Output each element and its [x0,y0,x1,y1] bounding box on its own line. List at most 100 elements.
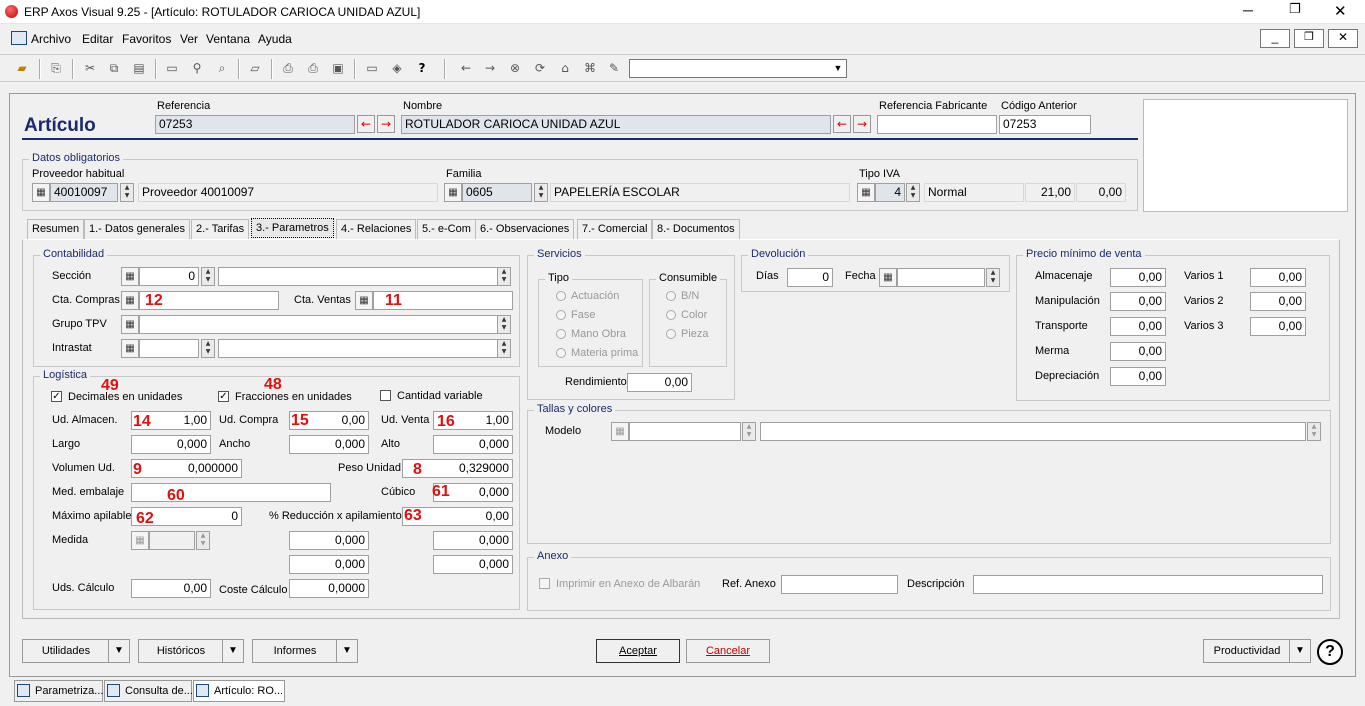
intrastat-desc-spin[interactable]: ▲ ▼ [497,339,511,358]
volumen-input[interactable]: 0,000000 [131,459,242,478]
medida-select-icon[interactable]: ▦ [131,531,149,550]
tab-ecom[interactable]: 5.- e-Com [417,219,476,239]
historicos-button[interactable]: Históricos [138,639,224,663]
medida-val-4[interactable]: 0,000 [433,555,513,574]
fam-spin[interactable]: ▲ ▼ [534,183,548,202]
prov-spin[interactable]: ▲ ▼ [120,183,134,202]
dias-input[interactable]: 0 [787,268,833,287]
grupo-tpv-select-icon[interactable]: ▦ [121,315,139,334]
ref-anexo-input[interactable] [781,575,898,594]
intrastat-select-icon[interactable]: ▦ [121,339,139,358]
prov-select-icon[interactable]: ▦ [32,183,50,202]
productividad-button[interactable]: Productividad [1203,639,1291,663]
export-icon[interactable]: ⎘ [48,60,64,76]
paste-icon[interactable]: ▤ [131,60,147,76]
decimales-checkbox[interactable]: ✓ [51,391,62,402]
medida-val-2[interactable]: 0,000 [433,531,513,550]
mdi-restore-button[interactable]: ❐ [1294,29,1324,48]
book-icon[interactable]: ◈ [389,60,405,76]
bn-radio[interactable] [666,291,676,301]
fam-code-input[interactable]: 0605 [462,183,532,202]
cta-compras-select-icon[interactable]: ▦ [121,291,139,310]
cta-ventas-select-icon[interactable]: ▦ [355,291,373,310]
medida-spin[interactable]: ▲ ▼ [196,531,210,550]
open-folder-icon[interactable]: ▰ [14,60,30,76]
menu-ventana[interactable]: Ventana [206,32,250,46]
minimize-icon[interactable]: ─ [1243,2,1253,18]
materia-prima-radio[interactable] [556,348,566,358]
forward-arrow-icon[interactable]: → [482,60,498,76]
varios2-input[interactable]: 0,00 [1250,292,1306,311]
almacenaje-input[interactable]: 0,00 [1110,268,1166,287]
historicos-dropdown[interactable]: ▼ [222,639,244,663]
depreciacion-input[interactable]: 0,00 [1110,367,1166,386]
window-icon[interactable]: ▭ [164,60,180,76]
uds-calculo-input[interactable]: 0,00 [131,579,211,598]
intrastat-spin[interactable]: ▲ ▼ [201,339,215,358]
eraser-icon[interactable]: ▱ [247,60,263,76]
seccion-spin[interactable]: ▲ ▼ [201,267,215,286]
edit-icon[interactable]: ✎ [606,60,622,76]
fecha-input[interactable] [897,268,985,287]
cut-icon[interactable]: ✂ [82,60,98,76]
medida-val-1[interactable]: 0,000 [289,531,369,550]
fam-select-icon[interactable]: ▦ [444,183,462,202]
print-preview-icon[interactable]: ⎙ [305,60,321,76]
imprimir-anexo-checkbox[interactable] [539,578,550,589]
help-icon[interactable]: ? [414,60,430,76]
back-arrow-icon[interactable]: ← [458,60,474,76]
ref-fabricante-input[interactable] [877,115,997,134]
tab-relaciones[interactable]: 4.- Relaciones [336,219,417,239]
informes-dropdown[interactable]: ▼ [336,639,358,663]
fecha-spin[interactable]: ▲ ▼ [986,268,1000,287]
stop-icon[interactable]: ⊗ [507,60,523,76]
tab-observaciones[interactable]: 6.- Observaciones [475,219,575,239]
grupo-tpv-spin[interactable]: ▲ ▼ [497,315,511,334]
transporte-input[interactable]: 0,00 [1110,317,1166,336]
iva-code-input[interactable]: 4 [875,183,905,202]
med-embalaje-input[interactable] [131,483,331,502]
mdi-minimize-button[interactable]: _ [1260,29,1290,48]
refresh-icon[interactable]: ⟳ [532,60,548,76]
coste-calculo-input[interactable]: 0,0000 [289,579,369,598]
productividad-dropdown[interactable]: ▼ [1289,639,1311,663]
modelo-desc-spin[interactable]: ▲ ▼ [1307,422,1321,441]
medida-input[interactable] [149,531,195,550]
codigo-anterior-input[interactable]: 07253 [999,115,1091,134]
fase-radio[interactable] [556,310,566,320]
rendimiento-input[interactable]: 0,00 [627,373,692,392]
address-combo[interactable]: ▼ [629,59,847,78]
cantidad-variable-checkbox[interactable] [380,390,391,401]
color-radio[interactable] [666,310,676,320]
seccion-desc-spin[interactable]: ▲ ▼ [497,267,511,286]
history-icon[interactable]: ⌘ [582,60,598,76]
prov-code-input[interactable]: 40010097 [50,183,118,202]
actuacion-radio[interactable] [556,291,566,301]
medida-val-3[interactable]: 0,000 [289,555,369,574]
nombre-input[interactable]: ROTULADOR CARIOCA UNIDAD AZUL [401,115,831,134]
prev-ref-button[interactable]: ← [357,115,375,133]
pieza-radio[interactable] [666,329,676,339]
binoculars-icon[interactable]: ⚲ [189,60,205,76]
iva-select-icon[interactable]: ▦ [857,183,875,202]
modelo-input[interactable] [629,422,741,441]
descripcion-input[interactable] [973,575,1323,594]
mano-obra-radio[interactable] [556,329,566,339]
next-name-button[interactable]: → [853,115,871,133]
menu-ver[interactable]: Ver [180,32,198,46]
print-icon[interactable]: ⎙ [280,60,296,76]
prev-name-button[interactable]: ← [833,115,851,133]
menu-ayuda[interactable]: Ayuda [258,32,292,46]
restore-icon[interactable]: ❐ [1289,2,1301,17]
varios3-input[interactable]: 0,00 [1250,317,1306,336]
next-ref-button[interactable]: → [377,115,395,133]
monitor-icon[interactable]: ▭ [364,60,380,76]
help-icon[interactable]: ? [1317,639,1343,665]
home-icon[interactable]: ⌂ [557,60,573,76]
save-icon[interactable]: ▣ [330,60,346,76]
tab-resumen[interactable]: Resumen [27,219,85,239]
tab-parametros[interactable]: 3.- Parametros [251,218,334,238]
seccion-select-icon[interactable]: ▦ [121,267,139,286]
tab-datos-generales[interactable]: 1.- Datos generales [84,219,190,239]
modelo-select-icon[interactable]: ▦ [611,422,629,441]
